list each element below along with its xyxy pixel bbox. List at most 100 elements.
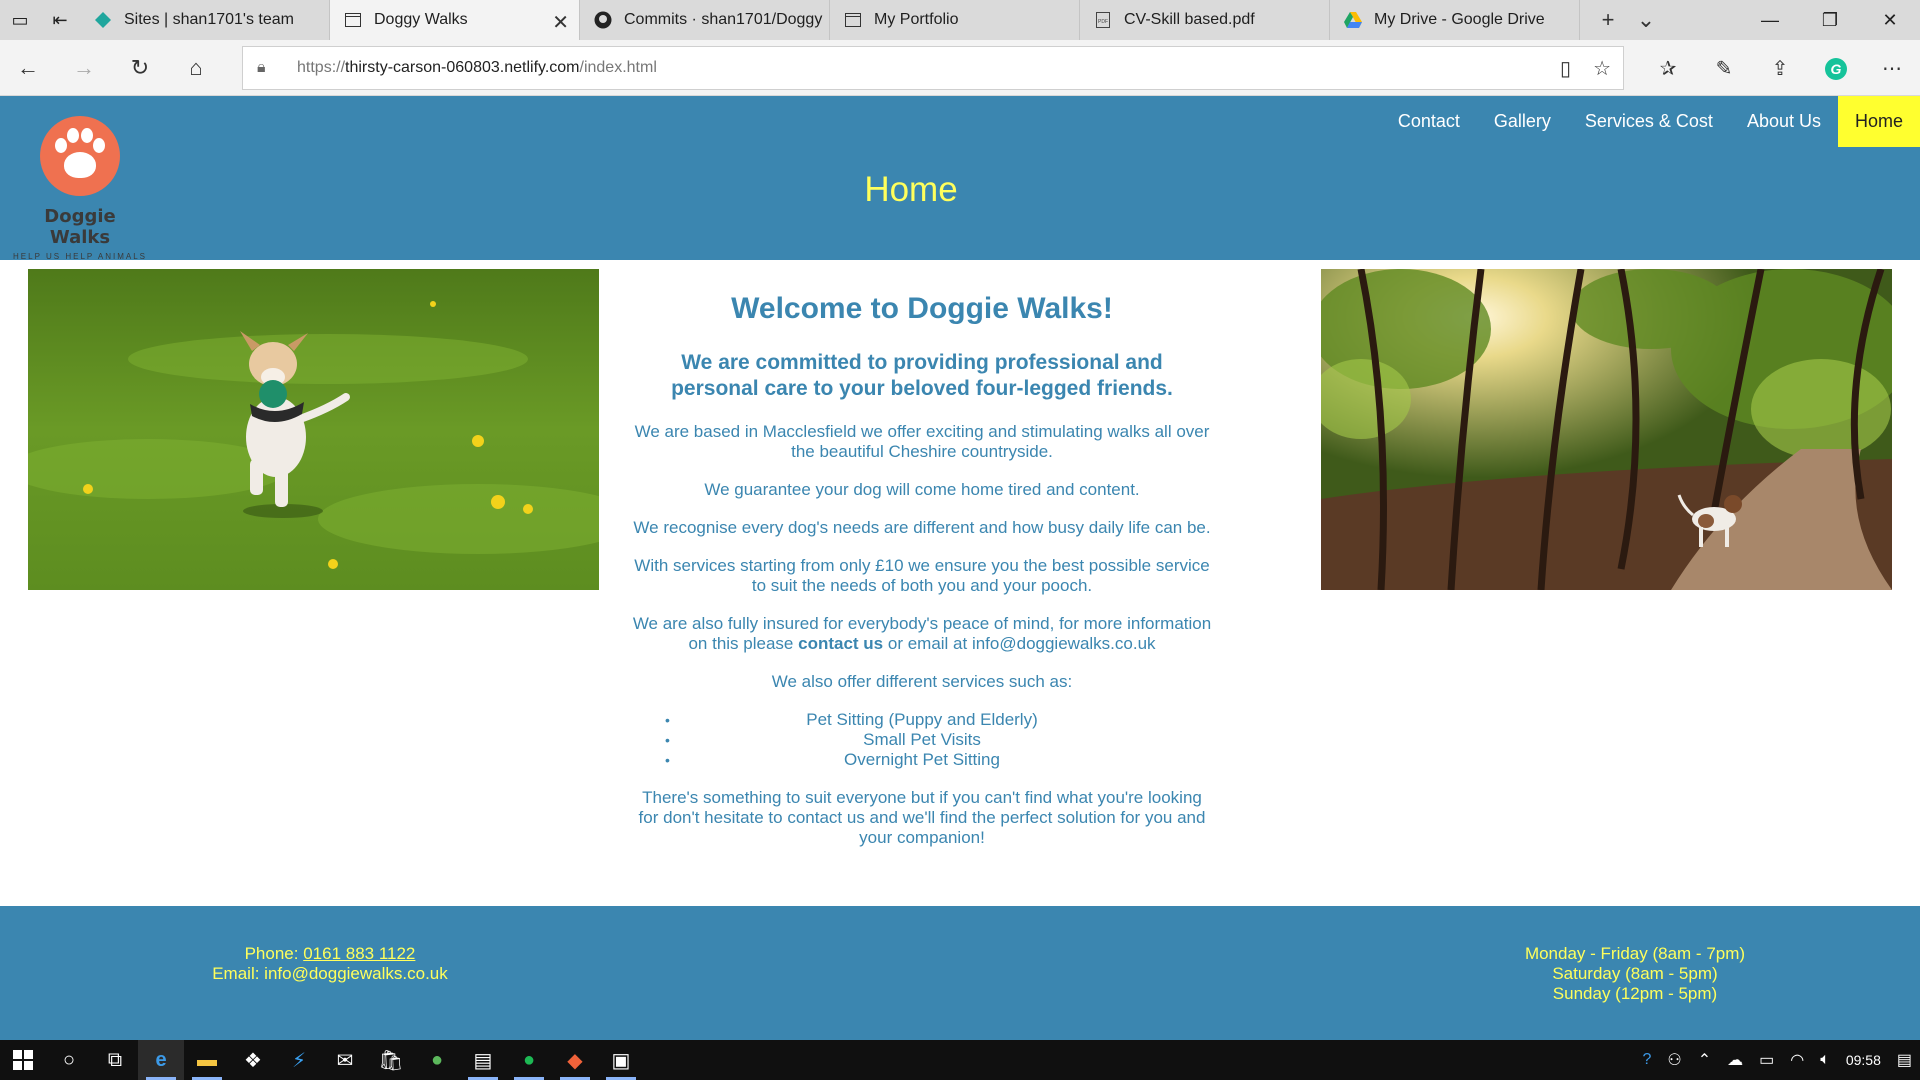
menu-home[interactable]: Home: [1837, 96, 1920, 147]
intro-paragraph: We are based in Macclesfield we offer ex…: [634, 422, 1210, 461]
insurance-paragraph: We are also fully insured for everybody'…: [632, 614, 1212, 653]
url-host: thirsty-carson-060803.netlify.com: [345, 59, 580, 76]
restore-icon[interactable]: ❐: [1800, 0, 1860, 40]
browser-tab-active[interactable]: Doggy Walks ✕: [330, 0, 580, 40]
site-footer: Phone: 0161 883 1122 Email: info@doggiew…: [0, 906, 1920, 1040]
site-menu: Contact Gallery Services & Cost About Us…: [1381, 96, 1920, 147]
onedrive-cloud-icon[interactable]: ☁: [1719, 1050, 1751, 1070]
hours-saturday: Saturday (8am - 5pm): [1552, 964, 1718, 983]
tagline: We are committed to providing profession…: [671, 351, 1173, 400]
browser-tab[interactable]: Sites | shan1701's team: [80, 0, 330, 40]
app-globe-icon[interactable]: ●: [414, 1040, 460, 1080]
spotify-icon[interactable]: ●: [506, 1040, 552, 1080]
pricing-paragraph: With services starting from only £10 we …: [634, 556, 1210, 595]
show-hidden-icons-chevron-icon[interactable]: ⌃: [1690, 1050, 1719, 1070]
share-icon[interactable]: ⇪: [1752, 56, 1808, 81]
browser-tab[interactable]: My Portfolio: [830, 0, 1080, 40]
footer-email: Email: info@doggiewalks.co.uk: [212, 964, 448, 983]
welcome-content: Welcome to Doggie Walks! We are committe…: [632, 292, 1212, 866]
photos-icon[interactable]: ▣: [598, 1040, 644, 1080]
services-list: Pet Sitting (Puppy and Elderly) Small Pe…: [632, 710, 1212, 770]
windows-start-icon[interactable]: [0, 1040, 46, 1080]
menu-contact[interactable]: Contact: [1381, 96, 1477, 147]
netlify-icon: [94, 11, 112, 29]
guarantee-paragraph: We guarantee your dog will come home tir…: [704, 480, 1140, 499]
dropbox-icon[interactable]: ❖: [230, 1040, 276, 1080]
close-tab-icon[interactable]: ✕: [552, 10, 569, 35]
web-page: Doggie Walks HELP US HELP ANIMALS Contac…: [0, 96, 1920, 1040]
battery-icon[interactable]: ▭: [1751, 1050, 1782, 1070]
more-menu-icon[interactable]: ⋯: [1864, 56, 1920, 81]
hours-weekday: Monday - Friday (8am - 7pm): [1524, 944, 1746, 963]
set-aside-tabs-icon[interactable]: ⇤: [40, 0, 80, 40]
address-bar[interactable]: 🔒︎ https:// thirsty-carson-060803.netlif…: [242, 46, 1624, 90]
browser-tab[interactable]: PDF CV-Skill based.pdf: [1080, 0, 1330, 40]
welcome-heading: Welcome to Doggie Walks!: [731, 292, 1113, 325]
woodland-dog-photo: [1321, 269, 1892, 590]
page-title: Home: [864, 170, 958, 209]
google-drive-icon: [1344, 11, 1362, 29]
refresh-icon[interactable]: ↻: [112, 40, 168, 96]
needs-paragraph: We recognise every dog's needs are diffe…: [633, 518, 1211, 537]
list-item: Pet Sitting (Puppy and Elderly): [632, 710, 1212, 730]
notes-pen-icon[interactable]: ✎: [1696, 56, 1752, 81]
tab-title: My Drive - Google Drive: [1374, 11, 1545, 28]
cortana-search-icon[interactable]: ○: [46, 1040, 92, 1080]
logo-subtitle: HELP US HELP ANIMALS: [13, 252, 147, 261]
tab-title: Sites | shan1701's team: [124, 11, 294, 28]
browser-nav-bar: ← → ↻ ⌂ 🔒︎ https:// thirsty-carson-06080…: [0, 40, 1920, 96]
favorite-star-icon[interactable]: ☆: [1593, 56, 1611, 81]
edge-browser-icon[interactable]: e: [138, 1040, 184, 1080]
footer-contact: Phone: 0161 883 1122 Email: info@doggiew…: [190, 944, 470, 984]
grammarly-extension-icon[interactable]: G: [1808, 57, 1864, 80]
menu-gallery[interactable]: Gallery: [1477, 96, 1568, 147]
forward-icon[interactable]: →: [56, 40, 112, 96]
contact-us-link[interactable]: contact us: [798, 634, 883, 653]
notepad-icon[interactable]: ▤: [460, 1040, 506, 1080]
phone-link[interactable]: 0161 883 1122: [303, 944, 415, 963]
url-protocol: https://: [297, 59, 346, 76]
tab-title: Doggy Walks: [374, 11, 468, 28]
tab-preview-icon[interactable]: ▭: [0, 0, 40, 40]
windows-taskbar: ○ ⧉ e ▬ ❖ ⚡︎ ✉ 🛍︎ ● ▤ ● ◆ ▣ ? ⚇ ⌃ ☁ ▭ ◠ …: [0, 1040, 1920, 1080]
closing-paragraph: There's something to suit everyone but i…: [638, 788, 1206, 847]
services-intro: We also offer different services such as…: [771, 672, 1073, 691]
browser-tab[interactable]: Commits · shan1701/Doggy: [580, 0, 830, 40]
favorites-list-icon[interactable]: ✰: [1640, 56, 1696, 81]
minimize-icon[interactable]: —: [1740, 0, 1800, 40]
new-tab-icon[interactable]: +: [1594, 7, 1622, 33]
back-icon[interactable]: ←: [0, 40, 56, 96]
store-icon[interactable]: 🛍︎: [368, 1040, 414, 1080]
url-path: /index.html: [579, 59, 657, 76]
list-item: Overnight Pet Sitting: [632, 750, 1212, 770]
menu-about-us[interactable]: About Us: [1730, 96, 1838, 147]
browser-tab[interactable]: My Drive - Google Drive: [1330, 0, 1580, 40]
vscode-icon[interactable]: ⚡︎: [276, 1040, 322, 1080]
page-icon: [844, 11, 862, 29]
wifi-icon[interactable]: ◠: [1782, 1050, 1812, 1070]
pdf-icon: PDF: [1094, 11, 1112, 29]
close-window-icon[interactable]: ✕: [1860, 0, 1920, 40]
mail-icon[interactable]: ✉: [322, 1040, 368, 1080]
action-center-icon[interactable]: ▤: [1889, 1050, 1920, 1070]
people-icon[interactable]: ⚇: [1659, 1050, 1689, 1070]
reading-view-icon[interactable]: ▯: [1560, 56, 1571, 81]
file-explorer-icon[interactable]: ▬: [184, 1040, 230, 1080]
footer-hours: Monday - Friday (8am - 7pm) Saturday (8a…: [1500, 944, 1770, 1004]
task-view-icon[interactable]: ⧉: [92, 1040, 138, 1080]
tab-list-chevron-icon[interactable]: ⌄: [1632, 7, 1660, 33]
site-header: Doggie Walks HELP US HELP ANIMALS Contac…: [0, 96, 1920, 261]
volume-icon[interactable]: 🔈︎: [1812, 1051, 1838, 1069]
home-icon[interactable]: ⌂: [168, 40, 224, 96]
menu-services-cost[interactable]: Services & Cost: [1568, 96, 1730, 147]
lock-icon: 🔒︎: [257, 59, 266, 76]
git-app-icon[interactable]: ◆: [552, 1040, 598, 1080]
hours-sunday: Sunday (12pm - 5pm): [1552, 984, 1718, 1003]
help-icon[interactable]: ?: [1634, 1051, 1659, 1069]
logo-title: Doggie Walks: [44, 206, 116, 248]
list-item: Small Pet Visits: [632, 730, 1212, 750]
system-clock[interactable]: 09:58: [1838, 1052, 1889, 1068]
footer-phone: Phone: 0161 883 1122: [244, 944, 416, 963]
github-icon: [594, 11, 612, 29]
tab-title: My Portfolio: [874, 11, 959, 28]
